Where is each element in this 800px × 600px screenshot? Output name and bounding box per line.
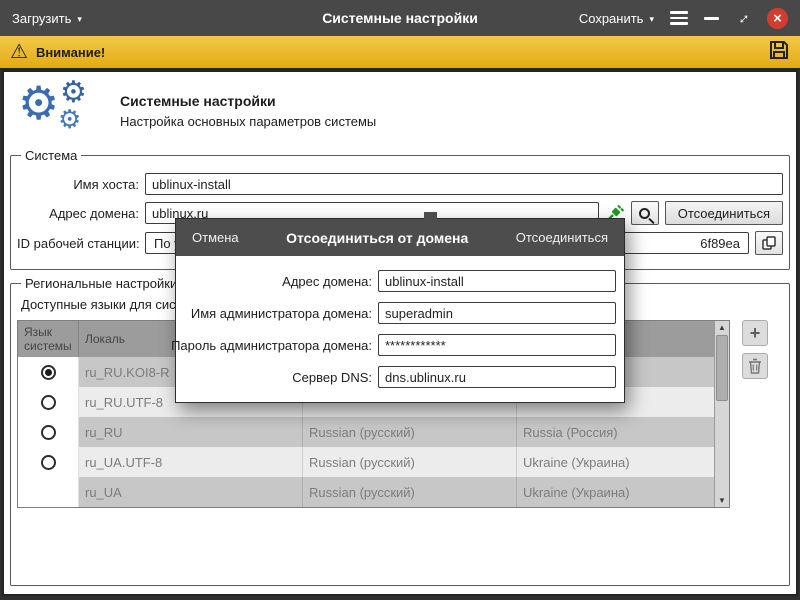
dialog-cancel-button[interactable]: Отмена <box>192 230 239 245</box>
scrollbar-thumb[interactable] <box>716 335 728 401</box>
dialog-admin-name-field[interactable] <box>378 302 616 324</box>
dialog-body: Адрес домена: Имя администратора домена:… <box>176 256 624 402</box>
close-button[interactable]: × <box>767 8 788 29</box>
language-cell: Russian (русский) <box>303 417 517 447</box>
trash-icon <box>746 357 764 375</box>
dialog-notch <box>424 212 437 219</box>
titlebar: Загрузить ▾ Системные настройки Сохранит… <box>0 0 800 36</box>
radio-cell[interactable] <box>18 477 79 507</box>
floppy-icon <box>768 39 790 61</box>
warning-bar: ⚠ Внимание! <box>0 36 800 70</box>
dialog-dns-field[interactable] <box>378 366 616 388</box>
page-title: Системные настройки <box>120 93 376 109</box>
page-header: ⚙ ⚙ ⚙ Системные настройки Настройка осно… <box>4 72 796 148</box>
gear-icon: ⚙ <box>58 106 81 132</box>
country-cell: Russia (Россия) <box>517 417 714 447</box>
radio-button[interactable] <box>41 395 56 410</box>
warning-icon: ⚠ <box>10 42 28 62</box>
dialog-admin-password-field[interactable] <box>378 334 616 356</box>
disconnect-dialog: Отмена Отсоединиться от домена Отсоедини… <box>175 218 625 403</box>
workstation-id-label: ID рабочей станции: <box>17 236 139 251</box>
add-locale-button[interactable]: + <box>742 320 768 346</box>
search-domain-button[interactable] <box>631 201 659 225</box>
save-menu-label: Сохранить <box>579 11 644 26</box>
copy-icon <box>761 235 777 251</box>
dialog-domain-field[interactable] <box>378 270 616 292</box>
copy-id-button[interactable] <box>755 231 783 255</box>
close-icon: × <box>773 11 782 26</box>
radio-cell[interactable] <box>18 417 79 447</box>
radio-button[interactable] <box>41 425 56 440</box>
radio-cell[interactable] <box>18 357 79 387</box>
disconnect-button[interactable]: Отсоединиться <box>665 201 783 225</box>
dialog-header: Отмена Отсоединиться от домена Отсоедини… <box>176 219 624 256</box>
column-header-system-language: Язык системы <box>18 321 79 357</box>
radio-cell[interactable] <box>18 387 79 417</box>
domain-label: Адрес домена: <box>17 206 139 221</box>
country-cell: Ukraine (Украина) <box>517 447 714 477</box>
save-menu-button[interactable]: Сохранить ▾ <box>579 11 654 26</box>
radio-cell[interactable] <box>18 447 79 477</box>
language-cell: Russian (русский) <box>303 447 517 477</box>
delete-locale-button[interactable] <box>742 353 768 379</box>
gears-icon: ⚙ ⚙ ⚙ <box>18 82 106 140</box>
load-menu-button[interactable]: Загрузить ▾ <box>12 11 82 26</box>
search-icon <box>639 208 650 219</box>
hostname-label: Имя хоста: <box>17 177 139 192</box>
window-title: Системные настройки <box>322 10 478 26</box>
locale-cell: ru_UA.UTF-8 <box>79 447 303 477</box>
dialog-title: Отсоединиться от домена <box>286 230 468 246</box>
maximize-button[interactable]: ↔ <box>732 7 755 30</box>
table-scrollbar[interactable]: ▲ ▼ <box>714 321 729 507</box>
language-cell: Russian (русский) <box>303 477 517 507</box>
dialog-domain-label: Адрес домена: <box>282 274 372 289</box>
radio-button[interactable] <box>41 455 56 470</box>
workstation-id-value-end: 6f89ea <box>700 236 740 251</box>
plus-icon: + <box>750 324 761 342</box>
warning-text: Внимание! <box>36 45 105 60</box>
dialog-dns-label: Сервер DNS: <box>292 370 372 385</box>
load-menu-label: Загрузить <box>12 11 71 26</box>
scroll-up-icon[interactable]: ▲ <box>715 321 729 334</box>
page-subtitle: Настройка основных параметров системы <box>120 114 376 129</box>
gear-icon: ⚙ <box>18 80 59 126</box>
scroll-down-icon[interactable]: ▼ <box>715 494 729 507</box>
dialog-confirm-button[interactable]: Отсоединиться <box>516 230 608 245</box>
radio-button[interactable] <box>41 365 56 380</box>
locale-cell: ru_UA <box>79 477 303 507</box>
save-file-button[interactable] <box>768 39 790 66</box>
minimize-button[interactable] <box>704 17 719 20</box>
chevron-down-icon: ▾ <box>77 14 82 25</box>
hostname-field[interactable] <box>145 173 783 195</box>
system-group-legend: Система <box>21 148 81 163</box>
dialog-admin-password-label: Пароль администратора домена: <box>171 338 372 353</box>
locale-cell: ru_RU <box>79 417 303 447</box>
chevron-down-icon: ▾ <box>649 14 654 25</box>
app-window: Загрузить ▾ Системные настройки Сохранит… <box>0 0 800 600</box>
regional-group-legend: Региональные настройки <box>21 276 181 291</box>
menu-button[interactable] <box>670 11 688 25</box>
country-cell: Ukraine (Украина) <box>517 477 714 507</box>
dialog-admin-name-label: Имя администратора домена: <box>191 306 372 321</box>
